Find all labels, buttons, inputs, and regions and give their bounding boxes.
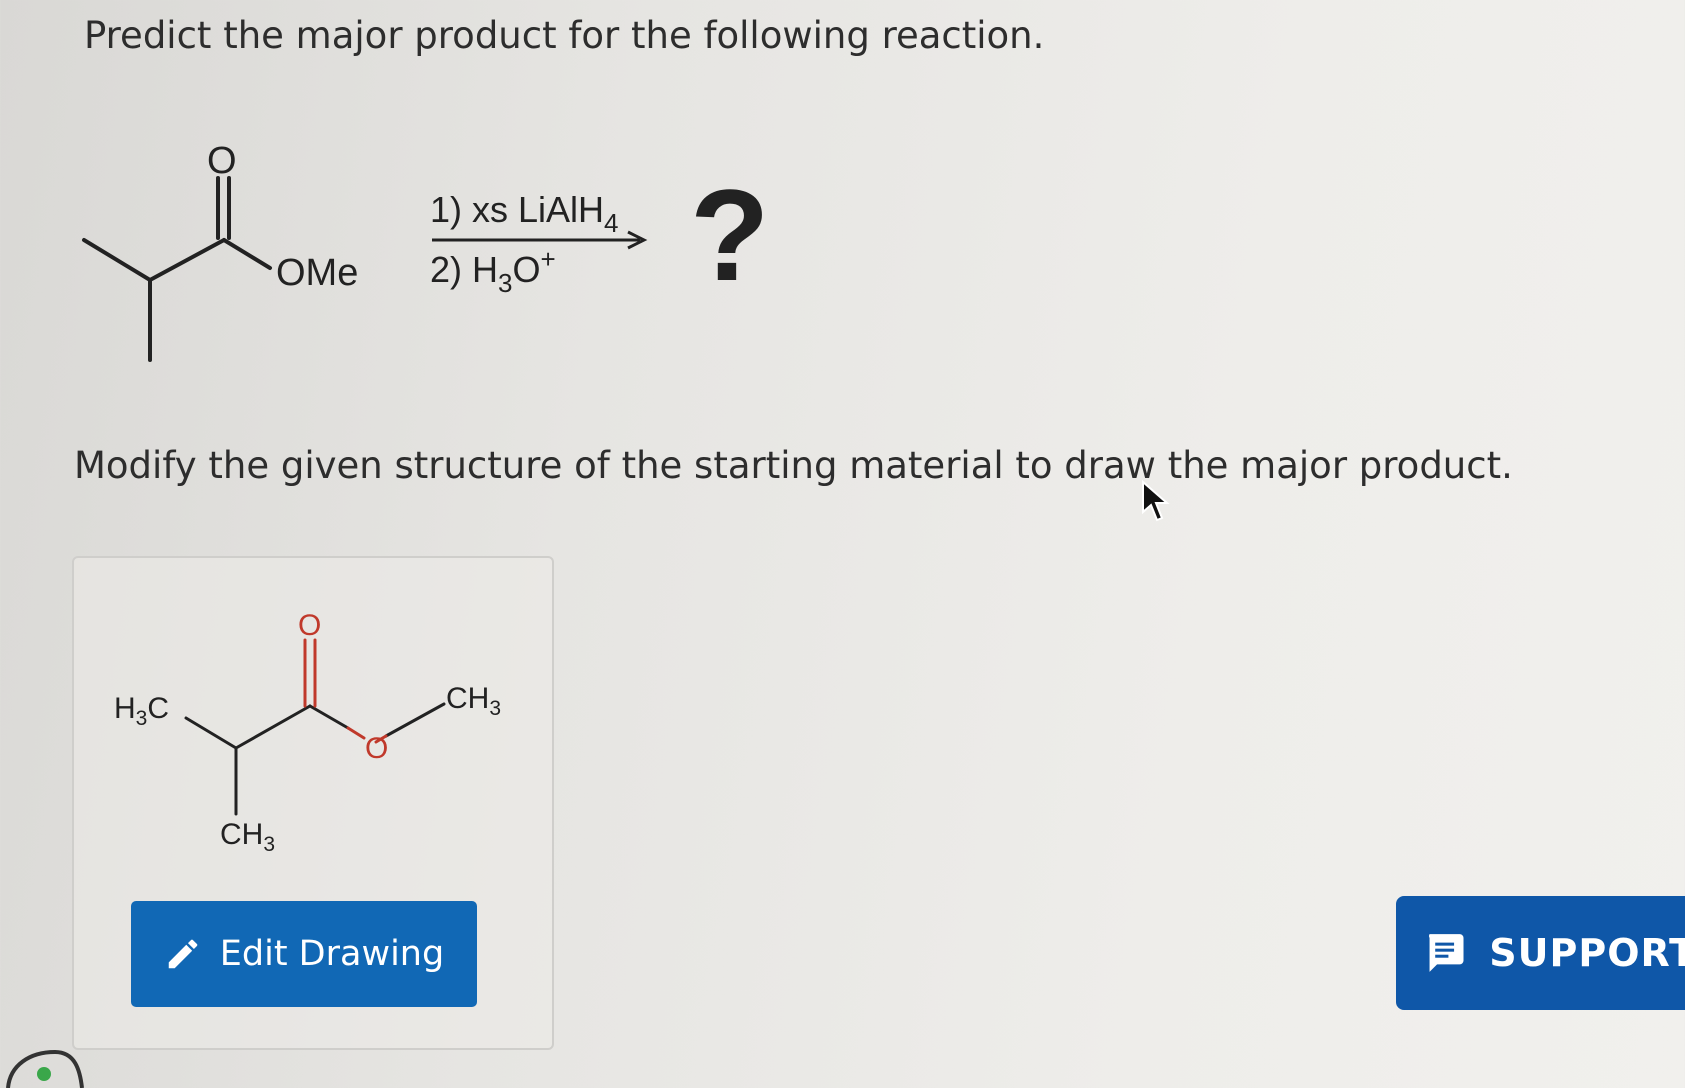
reaction-scheme: O OMe 1) xs LiAlH4 2) H3O+ ?: [82, 140, 769, 362]
status-widget-icon: [6, 1049, 84, 1088]
edit-drawing-label: Edit Drawing: [219, 934, 445, 974]
drawing-panel[interactable]: H3C O O CH3 CH3 Edit Drawing: [72, 556, 554, 1050]
ester-oxygen: O: [365, 732, 388, 765]
edit-drawing-button[interactable]: Edit Drawing: [131, 901, 477, 1007]
support-label: SUPPORT: [1489, 931, 1685, 975]
support-button[interactable]: SUPPORT: [1396, 896, 1685, 1010]
question-instruction: Modify the given structure of the starti…: [74, 444, 1513, 487]
reactant-carbonyl-oxygen: O: [207, 140, 237, 182]
pencil-icon: [168, 939, 198, 969]
reactant-methoxy-label: OMe: [276, 252, 358, 294]
question-prompt: Predict the major product for the follow…: [84, 14, 1045, 57]
starting-material-structure: H3C O O CH3 CH3: [114, 609, 501, 856]
reagent-step-2: 2) H3O+: [430, 244, 556, 298]
mouse-cursor-icon: [1142, 480, 1170, 522]
ch3-bottom-label: CH3: [220, 818, 275, 856]
h3c-left-label: H3C: [114, 692, 169, 730]
product-question-mark: ?: [690, 162, 769, 308]
reagent-step-1: 1) xs LiAlH4: [430, 189, 619, 238]
carbonyl-oxygen: O: [298, 609, 321, 642]
reactant-structure: [82, 176, 272, 362]
ch3-right-label: CH3: [446, 682, 501, 720]
chat-icon: [1429, 934, 1464, 972]
